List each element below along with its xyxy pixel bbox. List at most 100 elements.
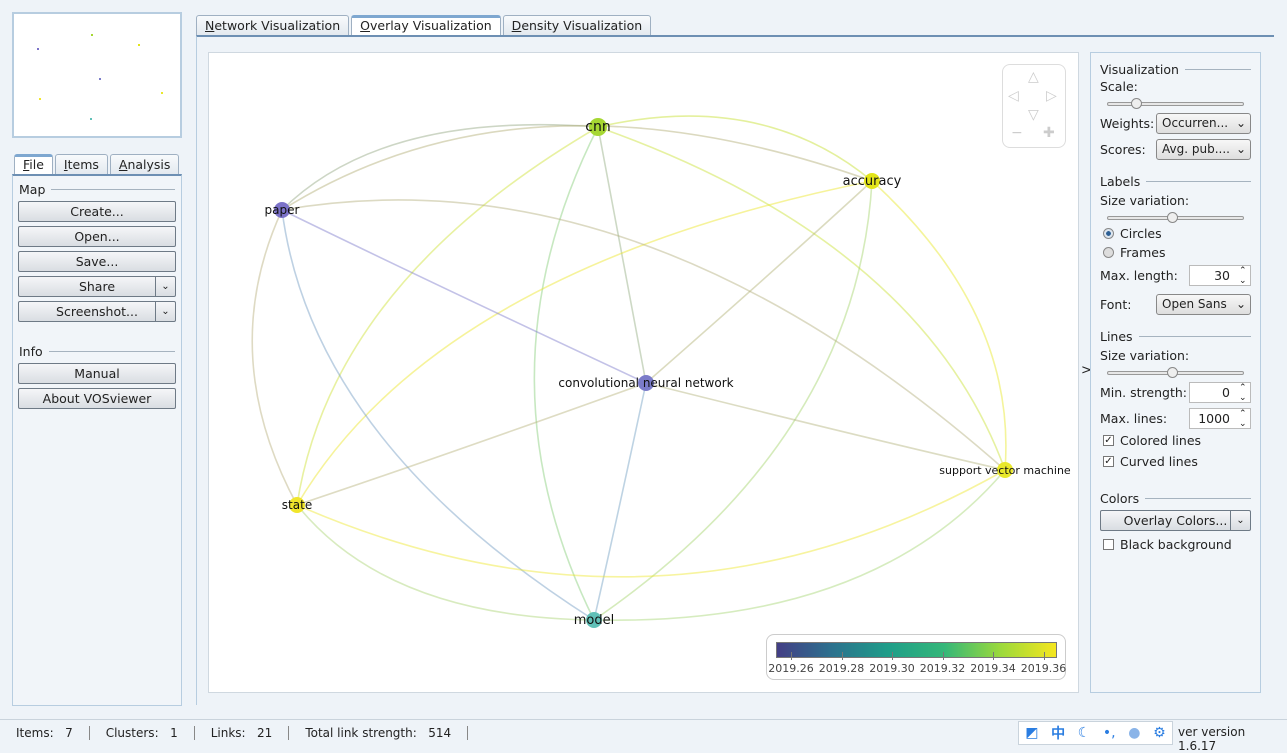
chevron-down-icon: ⌄ (1235, 142, 1246, 156)
tab-density-visualization[interactable]: Density Visualization (502, 15, 652, 35)
font-label: Font: (1100, 296, 1132, 312)
legend-tick-label: 2019.36 (1020, 662, 1067, 675)
version-text: ver version 1.6.17 (1178, 725, 1246, 753)
link-3-5[interactable] (296, 382, 647, 506)
node-label[interactable]: cnn (585, 119, 610, 135)
chevron-down-icon: ⌄ (1235, 297, 1246, 311)
minimap-node (138, 43, 141, 46)
link-1-5[interactable] (296, 180, 873, 506)
circles-radio[interactable]: Circles (1103, 226, 1248, 241)
manual-button[interactable]: Manual (18, 363, 176, 384)
legend-tick-mark (942, 652, 944, 660)
node-label[interactable]: support vector machine (939, 464, 1071, 477)
items-count: 7 (65, 725, 73, 740)
overlay-map-canvas[interactable]: cnn accuracy paper convolutional neural net… (208, 52, 1079, 693)
screenshot-button[interactable]: Screenshot... ⌄ (18, 301, 176, 322)
max-length-spinner[interactable]: 30 (1189, 264, 1251, 286)
scale-label: Scale: (1100, 79, 1138, 94)
link-5-6[interactable] (296, 504, 595, 621)
link-4-5[interactable] (296, 469, 1006, 578)
create-button[interactable]: Create... (18, 201, 176, 222)
colored-lines-checkbox[interactable]: ✓ Colored lines (1103, 433, 1248, 448)
node-label[interactable]: convolutional neural network (558, 376, 733, 390)
tab-network-visualization[interactable]: Network Visualization (196, 15, 350, 35)
slider-knob[interactable] (1166, 367, 1178, 378)
edit-icon[interactable]: ◩ (1025, 725, 1038, 741)
about-button[interactable]: About VOSviewer (18, 388, 176, 409)
gear-icon[interactable]: ⚙ (1153, 725, 1166, 741)
frames-radio[interactable]: Frames (1103, 245, 1248, 260)
link-0-5[interactable] (296, 126, 599, 506)
legend-color-bar (776, 642, 1057, 658)
node-label[interactable]: state (282, 498, 312, 512)
link-3-6[interactable] (593, 382, 647, 621)
lines-section-title: Lines (1100, 329, 1251, 344)
scores-select[interactable]: Avg. pub.... ⌄ (1156, 138, 1251, 160)
font-select[interactable]: Open Sans ⌄ (1156, 293, 1251, 315)
slider-knob[interactable] (1166, 212, 1178, 223)
zoom-in-icon[interactable]: ✚ (1043, 125, 1055, 141)
user-icon[interactable]: ● (1128, 725, 1140, 741)
map-section-title: Map (19, 182, 175, 197)
labels-section-title: Labels (1100, 174, 1251, 189)
link-2-3[interactable] (281, 209, 647, 384)
moon-icon[interactable]: ☾ (1078, 725, 1091, 741)
max-lines-label: Max. lines: (1100, 410, 1168, 426)
minimap-node (39, 98, 42, 101)
network-graph[interactable]: cnn accuracy paper convolutional neural net… (209, 53, 1080, 694)
link-3-4[interactable] (645, 382, 1006, 471)
chevron-down-icon[interactable]: ⌄ (1230, 511, 1250, 530)
pan-left-icon[interactable]: ◁ (1008, 88, 1019, 104)
line-size-variation-label: Size variation: (1100, 348, 1190, 363)
min-strength-spinner[interactable]: 0 (1189, 381, 1251, 403)
label-size-variation-label: Size variation: (1100, 193, 1190, 208)
line-size-slider[interactable] (1107, 367, 1244, 378)
save-button[interactable]: Save... (18, 251, 176, 272)
label-size-slider[interactable] (1107, 212, 1244, 223)
link-4-6[interactable] (593, 469, 1006, 622)
chevron-down-icon[interactable]: ⌄ (155, 277, 175, 296)
minimap-node (36, 48, 39, 51)
link-0-3[interactable] (597, 126, 647, 384)
minimap-node (90, 117, 93, 120)
legend-tick-label: 2019.30 (869, 662, 915, 675)
share-button[interactable]: Share ⌄ (18, 276, 176, 297)
file-panel: Map Create... Open... Save... Share ⌄ Scr… (12, 174, 182, 706)
slider-knob[interactable] (1130, 98, 1142, 109)
max-lines-spinner[interactable]: 1000 (1189, 407, 1251, 429)
pan-up-icon[interactable]: △ (1028, 69, 1039, 85)
chevron-down-icon[interactable]: ⌄ (155, 302, 175, 321)
zoom-out-icon[interactable]: − (1011, 125, 1023, 141)
link-0-1[interactable] (597, 115, 873, 182)
pan-down-icon[interactable]: ▽ (1028, 107, 1039, 123)
open-button[interactable]: Open... (18, 226, 176, 247)
link-0-2[interactable] (281, 123, 599, 211)
chinese-input-icon[interactable]: 中 (1051, 723, 1065, 743)
legend-tick-label: 2019.26 (768, 662, 814, 675)
black-background-checkbox[interactable]: Black background (1103, 537, 1248, 552)
punctuation-icon[interactable]: •, (1103, 725, 1116, 741)
node-label[interactable]: model (574, 613, 614, 628)
minimap-overview[interactable] (12, 12, 182, 138)
scale-slider[interactable] (1107, 98, 1244, 109)
color-legend: 2019.26 2019.28 2019.30 2019.32 2019.34 2019.… (766, 634, 1066, 680)
node-label[interactable]: accuracy (843, 174, 902, 189)
link-1-2[interactable] (281, 124, 873, 211)
link-1-6[interactable] (593, 180, 873, 621)
node-label[interactable]: paper (265, 203, 300, 217)
overlay-colors-button[interactable]: Overlay Colors... ⌄ (1100, 510, 1251, 531)
tab-analysis[interactable]: Analysis (109, 154, 180, 174)
link-1-3[interactable] (645, 180, 873, 384)
weights-label: Weights: (1100, 115, 1155, 131)
legend-tick-mark (892, 652, 893, 660)
tab-overlay-visualization[interactable]: Overlay Visualization (351, 15, 501, 35)
tab-file[interactable]: File (14, 154, 53, 174)
link-0-6[interactable] (533, 126, 599, 621)
link-2-4[interactable] (281, 199, 1006, 471)
pan-right-icon[interactable]: ▷ (1046, 88, 1057, 104)
legend-tick-label: 2019.28 (818, 662, 865, 675)
curved-lines-checkbox[interactable]: ✓ Curved lines (1103, 454, 1248, 469)
weights-select[interactable]: Occurren... ⌄ (1156, 112, 1251, 134)
tab-items[interactable]: Items (54, 154, 108, 174)
link-2-6[interactable] (281, 209, 595, 621)
